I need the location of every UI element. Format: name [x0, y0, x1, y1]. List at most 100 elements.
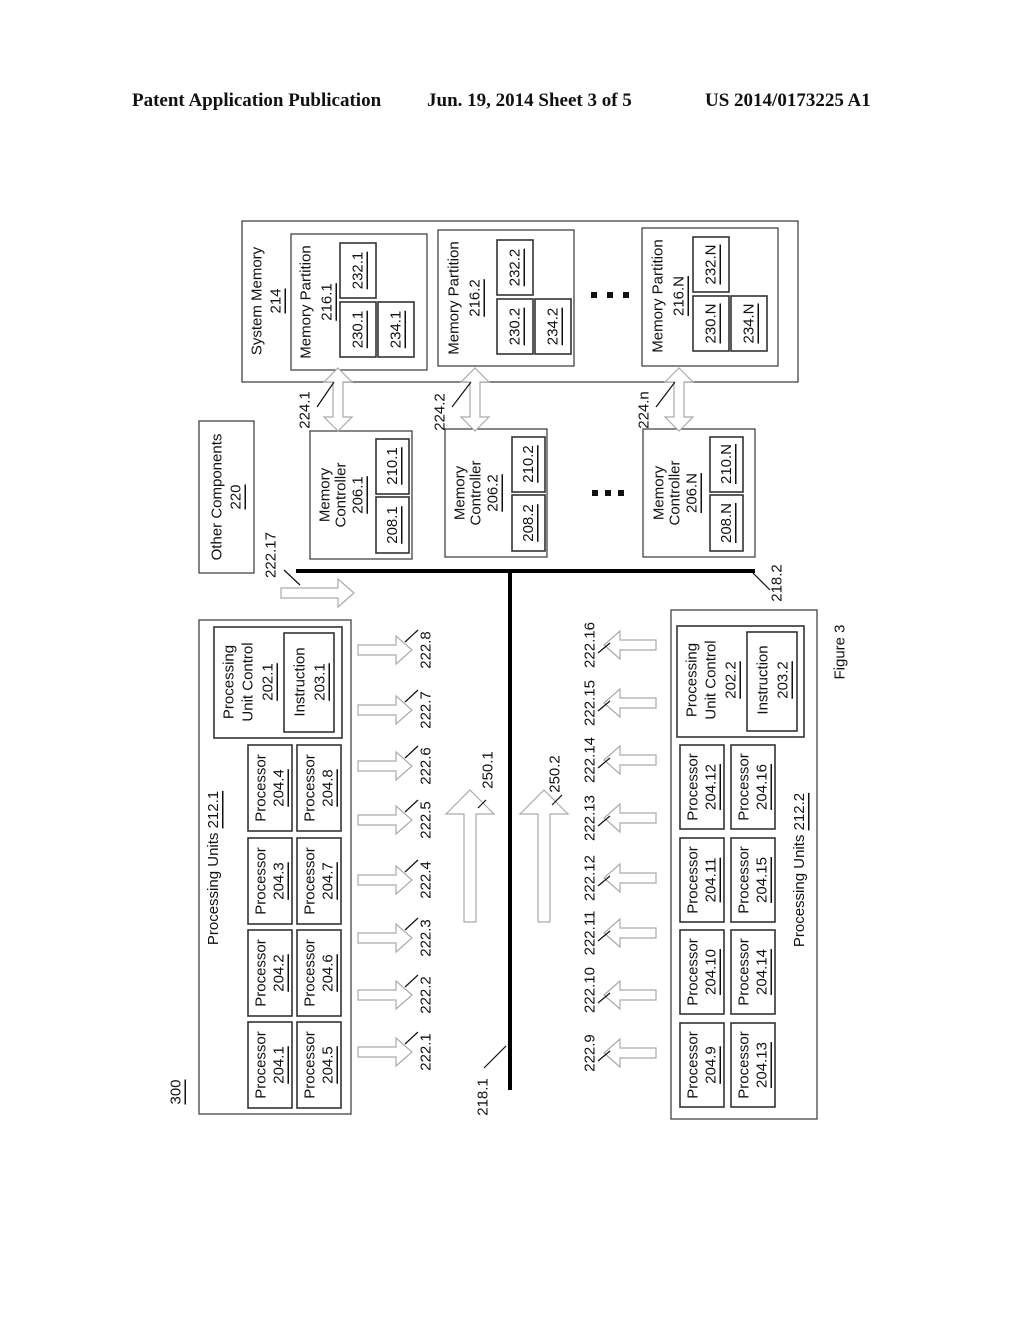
memory-block-ref: 232.2 — [507, 249, 524, 287]
memory-link-label: 224.n — [636, 391, 653, 429]
controller-block-ref: 210.2 — [520, 445, 537, 483]
other-components-ref: 220 — [228, 484, 245, 509]
figure-caption: Figure 3 — [832, 624, 849, 679]
memory-partition-ref: 216.2 — [467, 279, 484, 317]
processing-unit-control-ref: 202.1 — [260, 663, 277, 701]
processor-label: Processor — [685, 1031, 702, 1099]
memory-controller-label: Controller — [468, 460, 485, 525]
instruction-ref: 203.1 — [312, 663, 329, 701]
ellipsis-dot — [618, 490, 624, 496]
memory-partition-ref: 216.N — [671, 276, 688, 316]
memory-controller-label: Memory — [651, 465, 668, 520]
link-label: 222.7 — [418, 691, 435, 729]
memory-controller-ref: 206.1 — [350, 476, 367, 514]
link-label: 222.10 — [582, 967, 599, 1013]
big-arrow-250-2 — [518, 789, 570, 923]
memory-partition-label: Memory Partition — [298, 245, 315, 358]
link-label: 222.8 — [418, 631, 435, 669]
processing-unit-control-label: Unit Control — [240, 642, 257, 721]
memory-controller-label: Controller — [333, 462, 350, 527]
processor-label: Processor — [302, 754, 319, 822]
processor-label: Processor — [736, 938, 753, 1006]
processor-label: Processor — [736, 753, 753, 821]
leader-line — [404, 859, 419, 873]
link-arrow-222-17 — [280, 577, 355, 609]
ellipsis-dot — [605, 490, 611, 496]
leader-line — [404, 689, 419, 703]
big-arrow-label: 250.1 — [480, 751, 497, 789]
link-arrow — [603, 979, 657, 1011]
processor-ref: 204.4 — [271, 769, 288, 807]
memory-link-arrow — [663, 367, 695, 432]
memory-controller-ref: 206.2 — [485, 474, 502, 512]
link-arrow — [357, 804, 413, 836]
processor-label: Processor — [253, 1031, 270, 1099]
memory-controller-label: Controller — [667, 460, 684, 525]
figure-diagram: System Memory 214 Memory Partition 216.1232… — [168, 220, 849, 1120]
memory-block-ref: 230.N — [703, 303, 720, 343]
processor-label: Processor — [253, 939, 270, 1007]
link-label: 222.4 — [418, 861, 435, 899]
other-components-label: Other Components — [209, 434, 226, 561]
memory-block-ref: 230.1 — [350, 311, 367, 349]
ellipsis-dot — [592, 490, 598, 496]
leader-line — [404, 745, 419, 759]
processor-ref: 204.15 — [754, 857, 771, 903]
memory-partition-ref: 216.1 — [319, 283, 336, 321]
leader-line — [751, 571, 771, 591]
processor-label: Processor — [302, 1031, 319, 1099]
processing-units-title-ref: 212.2 — [791, 793, 808, 831]
link-label: 222.11 — [582, 911, 599, 956]
leader-line — [404, 917, 419, 931]
memory-controller-label: Memory — [452, 465, 469, 520]
big-arrow-250-1 — [444, 789, 496, 923]
processing-units-title-text: Processing Units — [205, 828, 222, 945]
processor-label: Processor — [685, 846, 702, 914]
memory-link-label: 224.1 — [297, 391, 314, 429]
link-arrow — [357, 922, 413, 954]
instruction-label: Instruction — [292, 647, 309, 716]
processor-ref: 204.16 — [754, 764, 771, 810]
controller-block-ref: 208.N — [718, 503, 735, 543]
processing-unit-control-ref: 202.2 — [723, 661, 740, 699]
link-arrow — [357, 694, 413, 726]
link-arrow — [603, 629, 657, 661]
leader-line — [655, 381, 676, 408]
bus-label-218-1: 218.1 — [475, 1078, 492, 1116]
processor-label: Processor — [685, 753, 702, 821]
link-label: 222.5 — [418, 801, 435, 839]
instruction-label: Instruction — [755, 645, 772, 714]
leader-line — [316, 381, 335, 408]
leader-line — [404, 799, 419, 813]
ellipsis-dot — [623, 292, 629, 298]
processing-units-title-text: Processing Units — [791, 830, 808, 947]
processor-ref: 204.13 — [754, 1042, 771, 1088]
link-arrow — [357, 634, 413, 666]
link-arrow — [357, 979, 413, 1011]
processor-label: Processor — [685, 938, 702, 1006]
link-label: 222.1 — [418, 1033, 435, 1071]
link-arrow — [603, 862, 657, 894]
memory-link-arrow — [459, 367, 491, 432]
processor-ref: 204.1 — [271, 1046, 288, 1084]
memory-link-label: 224.2 — [432, 393, 449, 431]
processor-ref: 204.3 — [271, 862, 288, 900]
processor-ref: 204.2 — [271, 954, 288, 992]
link-arrow — [603, 802, 657, 834]
processor-label: Processor — [253, 847, 270, 915]
processor-ref: 204.8 — [320, 769, 337, 807]
ellipsis-dot — [607, 292, 613, 298]
processor-ref: 204.5 — [320, 1046, 337, 1084]
memory-controller-label: Memory — [317, 467, 334, 522]
processor-ref: 204.12 — [703, 764, 720, 810]
link-label: 222.6 — [418, 747, 435, 785]
processing-unit-control-label: Unit Control — [703, 640, 720, 719]
link-label: 222.3 — [418, 919, 435, 957]
link-arrow — [603, 917, 657, 949]
leader-line — [483, 1045, 507, 1069]
memory-controller-ref: 206.N — [684, 473, 701, 513]
ellipsis-dot — [591, 292, 597, 298]
processing-unit-control-label: Processing — [221, 645, 238, 719]
link-label: 222.13 — [582, 795, 599, 841]
processor-ref: 204.9 — [703, 1046, 720, 1084]
